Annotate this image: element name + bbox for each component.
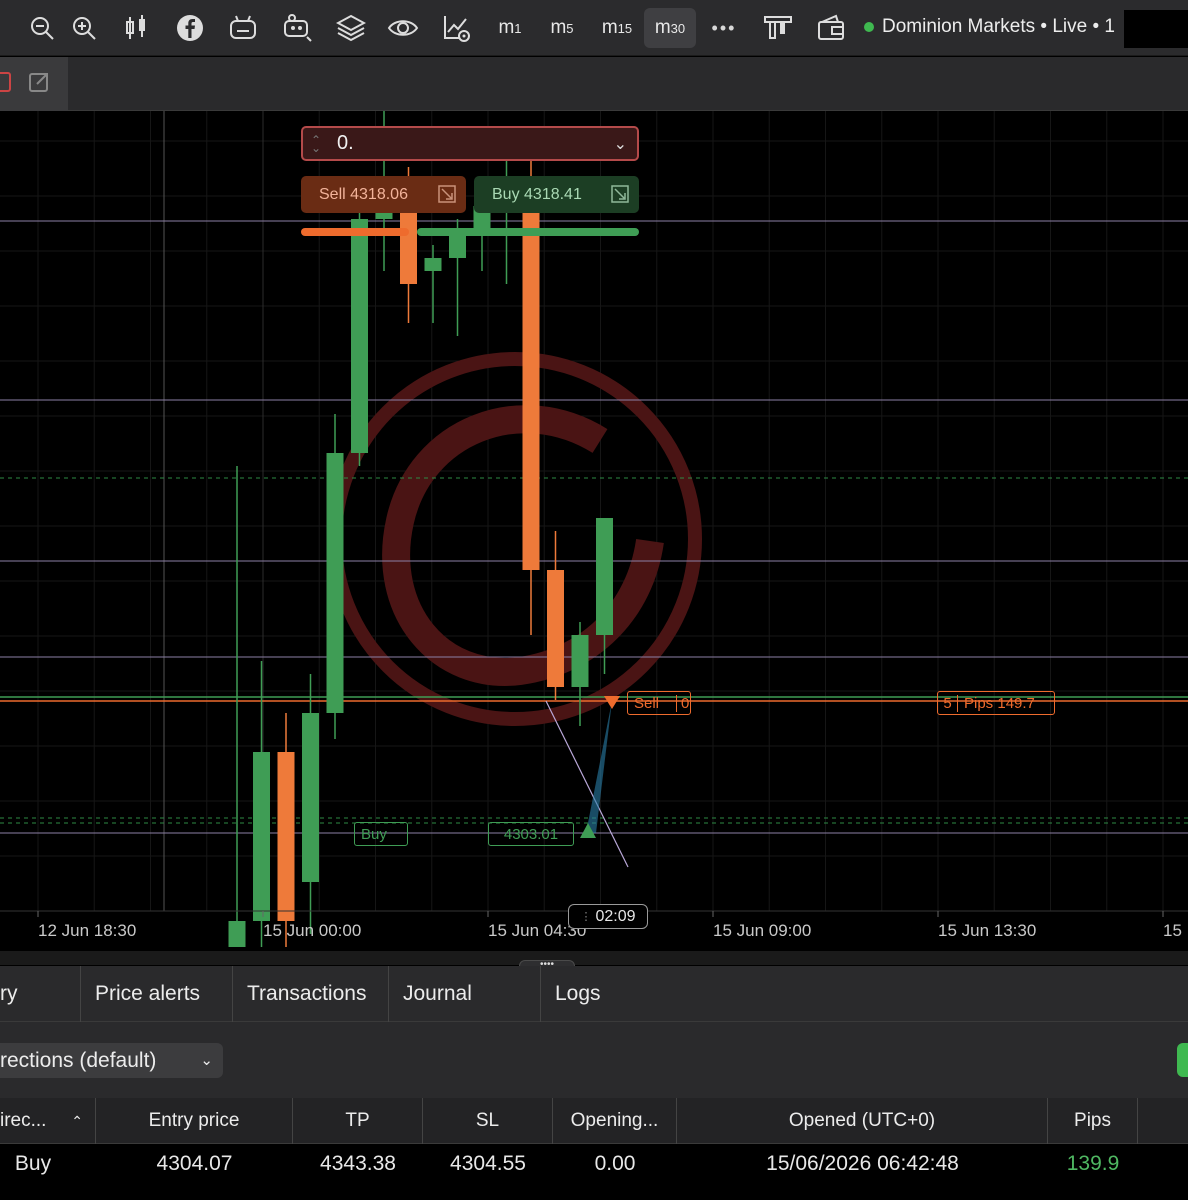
sell-tag-volume: 0 — [676, 694, 689, 712]
chart-settings-icon[interactable] — [438, 8, 476, 48]
broker-label: Dominion Markets • Live • 1 — [882, 16, 1115, 37]
volume-input[interactable]: ⌃ ⌄ 0. ⌄ — [301, 126, 639, 161]
buy-button[interactable]: Buy 4318.41 — [474, 176, 639, 213]
filter-row: rections (default) ⌄ — [0, 1022, 1188, 1098]
chart-tab-bar — [0, 57, 1188, 111]
bottom-tabs: ry Price alerts Transactions Journal Log… — [0, 966, 1188, 1022]
sell-expand-icon[interactable] — [438, 185, 456, 203]
zoom-out-icon[interactable] — [24, 8, 60, 48]
candlestick-chart[interactable] — [0, 111, 1188, 951]
timeframe-m15-button[interactable]: m 15 — [592, 8, 642, 48]
timeframe-m30-button[interactable]: m 30 — [644, 8, 696, 48]
cell-opening: 0.00 — [594, 1152, 636, 1175]
x-tick-label: 15 Jun 09:00 — [713, 921, 812, 940]
chevron-down-icon: ⌄ — [200, 1052, 213, 1069]
tab-history[interactable]: ry — [0, 966, 81, 1022]
column-tp[interactable]: TP — [293, 1098, 423, 1144]
panel-divider[interactable] — [0, 951, 1188, 965]
x-tick-label: 15 Jun 00:00 — [263, 921, 362, 940]
candle-body — [351, 219, 368, 453]
top-toolbar: m1 m5 m 15 m 30 ••• Dominion Markets • Liv… — [0, 0, 1188, 56]
buy-label: Buy 4318.41 — [492, 185, 582, 203]
candle-body — [277, 752, 295, 921]
redacted-block — [1124, 10, 1188, 48]
directions-filter-select[interactable]: rections (default) ⌄ — [0, 1043, 223, 1078]
tab-journal[interactable]: Journal — [389, 966, 541, 1022]
popout-icon — [29, 73, 48, 92]
cell-pips: 139.9 — [1066, 1152, 1120, 1175]
volume-value: 0. — [337, 132, 354, 154]
entry-price-tag[interactable]: 4303.01 — [488, 822, 574, 846]
buy-tag-label: Buy — [361, 825, 387, 843]
sell-label: Sell 4318.06 — [319, 185, 408, 203]
column-direction-label: irec... — [0, 1110, 47, 1131]
cell-tp: 4343.38 — [320, 1152, 396, 1175]
cell-opened: 15/06/2026 06:42:48 — [766, 1152, 959, 1175]
price-chart[interactable] — [0, 111, 1188, 951]
column-opened[interactable]: Opened (UTC+0) — [677, 1098, 1048, 1144]
plugin-icon[interactable] — [278, 8, 316, 48]
buy-position-tag[interactable]: Buy — [354, 822, 408, 846]
new-order-button[interactable] — [1177, 1043, 1188, 1077]
sell-button[interactable]: Sell 4318.06 — [301, 176, 466, 213]
x-tick-label: 15 — [1163, 921, 1182, 940]
column-sl[interactable]: SL — [423, 1098, 553, 1144]
buy-expand-icon[interactable] — [611, 185, 629, 203]
layers-icon[interactable] — [332, 8, 370, 48]
candle-body — [302, 713, 319, 882]
positions-table-header: irec... ⌃ Entry price TP SL Opening... O… — [0, 1098, 1188, 1144]
x-tick-label: 12 Jun 18:30 — [38, 921, 137, 940]
cursor-time-value: 02:09 — [595, 907, 636, 925]
cell-sl: 4304.55 — [450, 1152, 526, 1175]
zoom-in-icon[interactable] — [66, 8, 102, 48]
column-direction[interactable]: irec... ⌃ — [0, 1098, 96, 1144]
column-opening[interactable]: Opening... — [553, 1098, 677, 1144]
buy-sentiment-bar — [417, 228, 639, 236]
tab-transactions[interactable]: Transactions — [233, 966, 389, 1022]
x-tick-label: 15 Jun 13:30 — [938, 921, 1037, 940]
sort-asc-icon: ⌃ — [71, 1112, 83, 1129]
bot-icon[interactable] — [224, 8, 262, 48]
stepper-icon[interactable]: ⌃ ⌄ — [311, 134, 331, 154]
facebook-icon[interactable] — [172, 8, 208, 48]
candle-body — [228, 921, 246, 947]
sell-marker — [604, 696, 620, 709]
trade-marker — [586, 701, 612, 833]
pips-tag-prefix: 5 — [938, 694, 958, 712]
cell-direction: Buy — [14, 1152, 52, 1175]
candle-body — [522, 180, 540, 570]
entry-price-value: 4303.01 — [503, 825, 559, 843]
sell-sentiment-bar — [301, 228, 409, 236]
candle-body — [571, 635, 589, 687]
sell-order-tag[interactable]: Sell 0 — [627, 691, 691, 715]
column-entry-price[interactable]: Entry price — [96, 1098, 293, 1144]
filter-value: rections (default) — [0, 1048, 157, 1072]
account-status[interactable]: Dominion Markets • Live • 1 — [864, 16, 1115, 38]
cursor-time-label[interactable]: ⋮ 02:09 — [568, 904, 648, 929]
candle-body — [424, 258, 442, 271]
eye-icon[interactable] — [384, 8, 422, 48]
pips-tag[interactable]: 5 Pips 149.7 — [937, 691, 1055, 715]
more-icon[interactable]: ••• — [704, 8, 744, 48]
candle-body — [253, 752, 270, 921]
candle-body — [596, 518, 613, 635]
tab-logs[interactable]: Logs — [541, 966, 691, 1022]
candle-body — [326, 453, 344, 713]
pips-tag-value: Pips 149.7 — [964, 694, 1035, 712]
timeframe-m1-button[interactable]: m1 — [488, 8, 532, 48]
column-pips[interactable]: Pips — [1048, 1098, 1138, 1144]
tab-price-alerts[interactable]: Price alerts — [81, 966, 233, 1022]
chevron-down-icon[interactable]: ⌄ — [614, 134, 627, 154]
wallet-icon[interactable] — [812, 8, 852, 48]
timeframe-m5-button[interactable]: m5 — [540, 8, 584, 48]
candlestick-icon[interactable] — [118, 8, 156, 48]
table-row[interactable]: Buy 4304.07 4343.38 4304.55 0.00 15/06/2… — [0, 1144, 1188, 1200]
cell-entry-price: 4304.07 — [156, 1152, 233, 1175]
live-status-dot — [864, 22, 874, 32]
candle-body — [547, 570, 564, 687]
depth-icon[interactable] — [758, 8, 798, 48]
sell-tag-label: Sell — [634, 694, 660, 712]
chart-tab[interactable] — [0, 57, 68, 111]
drag-handle-icon: ⋮ — [580, 911, 592, 923]
